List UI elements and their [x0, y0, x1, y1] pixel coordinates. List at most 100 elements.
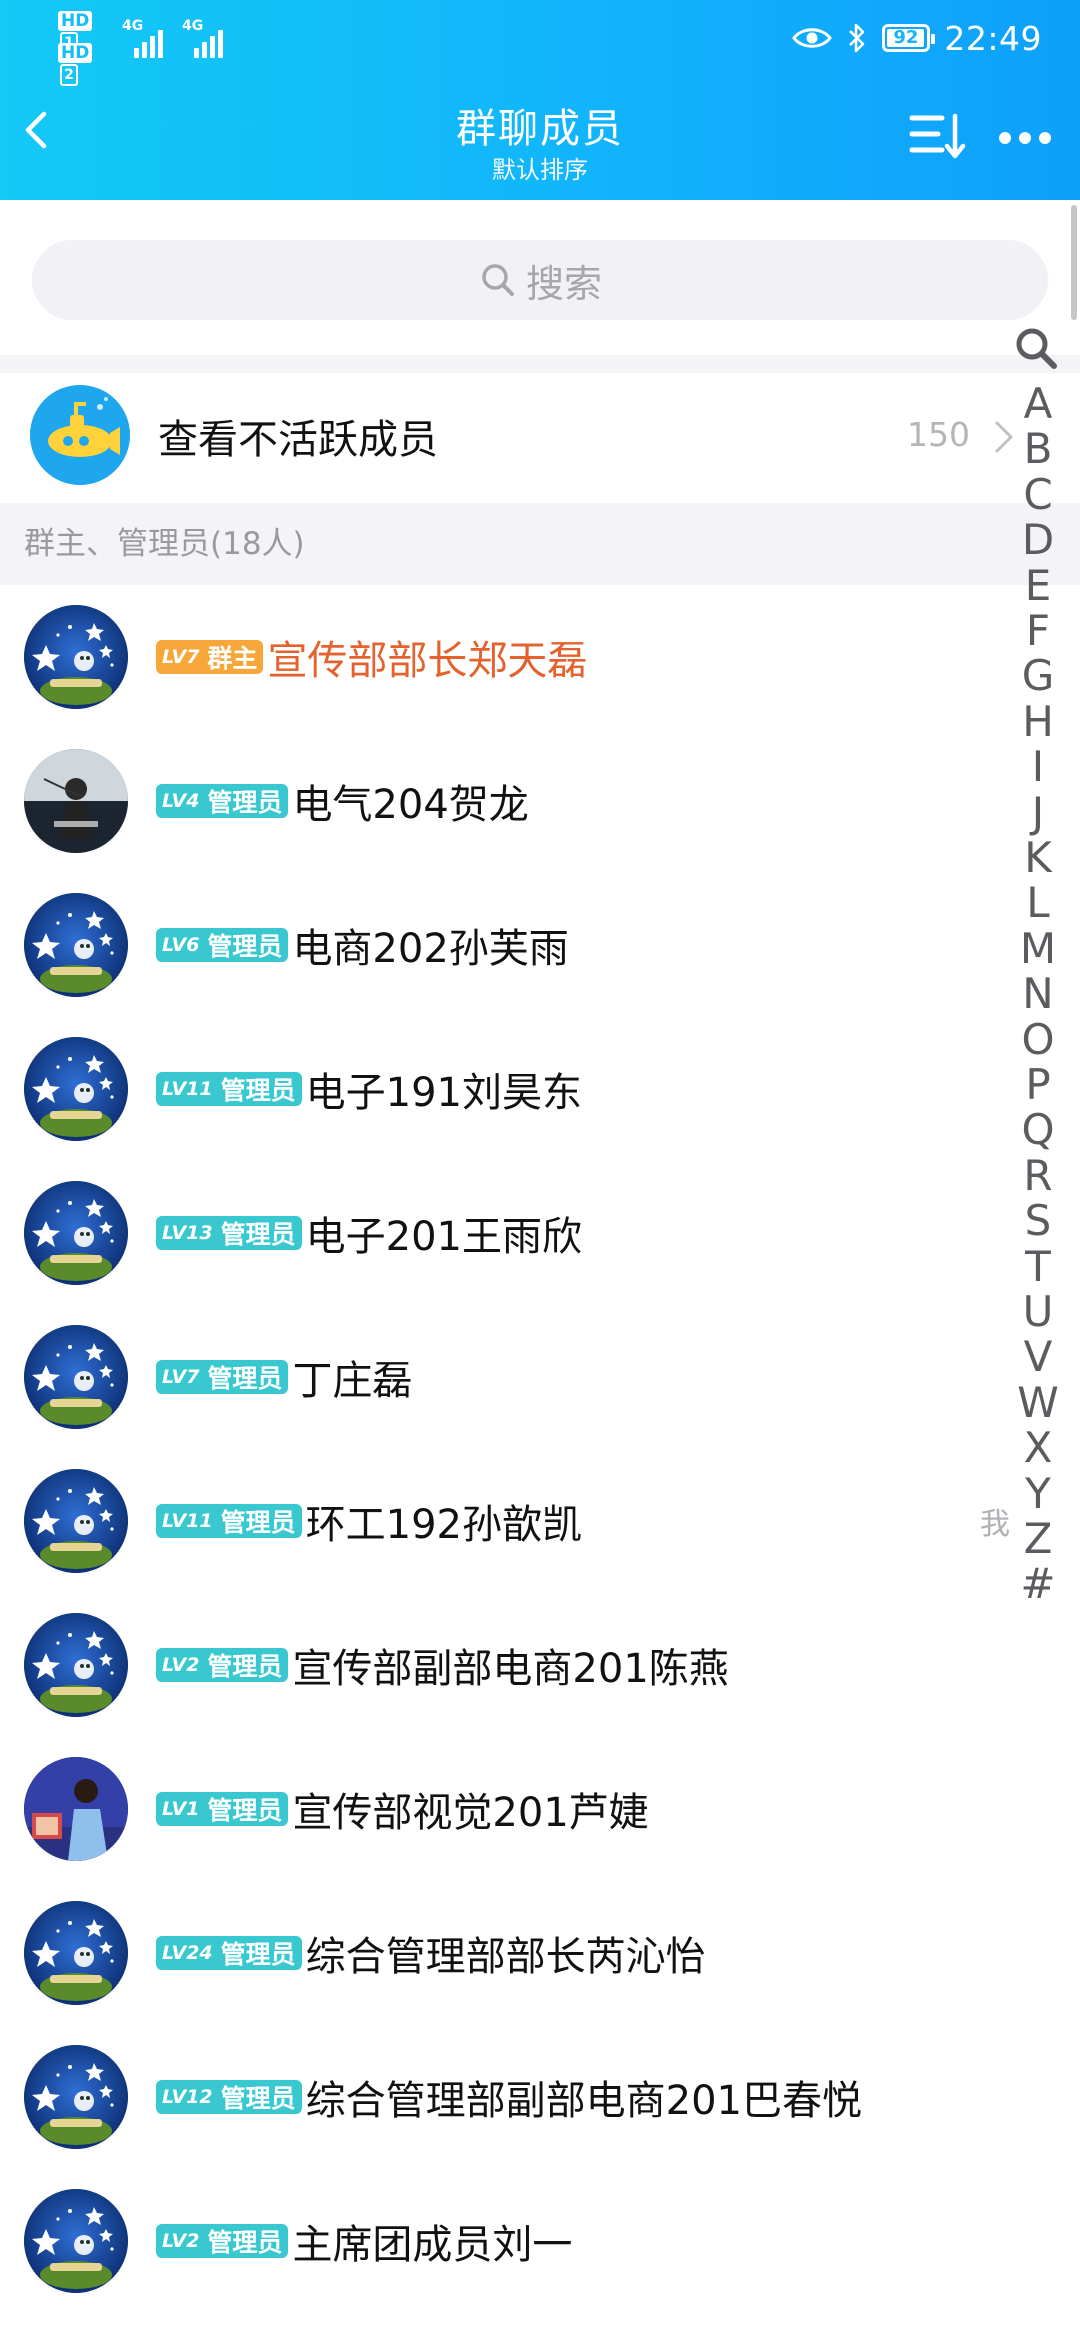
index-letter[interactable]: C — [1012, 470, 1064, 520]
index-letter[interactable]: Z — [1012, 1514, 1064, 1564]
index-letter[interactable]: E — [1012, 561, 1064, 611]
level-label: LV12 — [162, 2086, 213, 2108]
member-row[interactable]: LV7 管理员 丁庄磊 — [0, 1305, 1080, 1449]
role-label: 管理员 — [207, 932, 283, 961]
member-name: 主席团成员刘一 — [292, 2222, 573, 2268]
member-info: LV13 管理员 电子201王雨欣 — [156, 1205, 582, 1261]
index-letter[interactable]: U — [1012, 1287, 1064, 1337]
index-letter[interactable]: V — [1012, 1332, 1064, 1382]
avatar[interactable] — [24, 1613, 128, 1717]
level-label: LV13 — [162, 1222, 213, 1244]
member-row[interactable]: LV11 管理员 电子191刘昊东 — [0, 1017, 1080, 1161]
member-row[interactable]: LV13 管理员 电子201王雨欣 — [0, 1161, 1080, 1305]
scrollbar[interactable] — [1071, 205, 1077, 320]
role-label: 管理员 — [207, 1796, 283, 1825]
index-letter[interactable]: Y — [1012, 1469, 1064, 1519]
member-row[interactable]: LV2 管理员 主席团成员刘一 — [0, 2169, 1080, 2313]
member-info: LV24 管理员 综合管理部部长芮沁怡 — [156, 1925, 706, 1981]
member-name: 综合管理部副部电商201巴春悦 — [305, 2078, 863, 2124]
section-header-admins: 群主、管理员(18人) — [0, 503, 1080, 585]
index-letter[interactable]: R — [1012, 1151, 1064, 1201]
more-dots-icon — [999, 132, 1051, 144]
member-row[interactable]: LV7 群主 宣传部部长郑天磊 — [0, 585, 1080, 729]
admin-badge: LV11 管理员 — [156, 1072, 302, 1106]
level-label: LV2 — [162, 2230, 200, 2252]
hd2-indicator: HD2 — [58, 40, 110, 86]
more-button[interactable] — [996, 118, 1054, 158]
hd2-num: 2 — [60, 64, 78, 86]
avatar[interactable] — [24, 2189, 128, 2293]
index-letter[interactable]: N — [1012, 969, 1064, 1019]
index-letter[interactable]: F — [1012, 606, 1064, 656]
status-bar-left: HD1 HD2 4G 4G — [58, 8, 248, 86]
search-area: 搜索 — [0, 200, 1080, 355]
index-letter[interactable]: X — [1012, 1423, 1064, 1473]
index-letter[interactable]: B — [1012, 424, 1064, 474]
avatar[interactable] — [24, 1181, 128, 1285]
role-label: 管理员 — [220, 1076, 296, 1105]
member-info: LV4 管理员 电气204贺龙 — [156, 773, 529, 829]
member-row[interactable]: LV12 管理员 综合管理部副部电商201巴春悦 — [0, 2025, 1080, 2169]
hd2-label: HD — [58, 43, 93, 63]
admin-badge: LV7 管理员 — [156, 1360, 289, 1394]
level-label: LV6 — [162, 934, 200, 956]
member-name: 电气204贺龙 — [292, 782, 529, 828]
avatar[interactable] — [24, 1757, 128, 1861]
member-row[interactable]: LV1 管理员 宣传部视觉201芦婕 — [0, 1737, 1080, 1881]
avatar[interactable] — [24, 2045, 128, 2149]
admin-badge: LV2 管理员 — [156, 2224, 289, 2258]
member-row[interactable]: LV11 管理员 环工192孙歆凯 我 — [0, 1449, 1080, 1593]
member-row[interactable]: LV2 管理员 宣传部副部电商201陈燕 — [0, 1593, 1080, 1737]
search-icon — [482, 264, 514, 296]
avatar[interactable] — [24, 893, 128, 997]
index-letter[interactable]: S — [1012, 1196, 1064, 1246]
index-letter[interactable]: O — [1012, 1015, 1064, 1065]
index-letter[interactable]: J — [1012, 788, 1064, 838]
status-bar-right: 92 22:49 — [778, 12, 1042, 64]
index-search-button[interactable] — [1012, 322, 1062, 374]
index-letter[interactable]: W — [1012, 1378, 1064, 1428]
level-label: LV11 — [162, 1078, 213, 1100]
index-letter[interactable]: G — [1012, 651, 1064, 701]
member-info: LV2 管理员 宣传部副部电商201陈燕 — [156, 1637, 729, 1693]
member-row[interactable]: LV4 管理员 电气204贺龙 — [0, 729, 1080, 873]
avatar[interactable] — [24, 605, 128, 709]
level-label: LV2 — [162, 1654, 200, 1676]
avatar[interactable] — [24, 1325, 128, 1429]
inactive-members-count: 150 — [907, 415, 970, 454]
level-label: LV7 — [162, 646, 200, 668]
inactive-members-row[interactable]: 查看不活跃成员 150 — [0, 373, 1080, 503]
avatar[interactable] — [24, 1469, 128, 1573]
level-label: LV1 — [162, 1798, 200, 1820]
member-info: LV12 管理员 综合管理部副部电商201巴春悦 — [156, 2069, 862, 2125]
member-name: 综合管理部部长芮沁怡 — [305, 1934, 706, 1980]
member-name: 电子191刘昊东 — [305, 1070, 583, 1116]
index-letter[interactable]: D — [1012, 515, 1064, 565]
divider — [0, 355, 1080, 373]
index-letter[interactable]: H — [1012, 697, 1064, 747]
admin-badge: LV6 管理员 — [156, 928, 289, 962]
member-info: LV6 管理员 电商202孙芙雨 — [156, 917, 569, 973]
avatar[interactable] — [24, 1901, 128, 2005]
search-input[interactable]: 搜索 — [32, 240, 1048, 320]
role-label: 管理员 — [220, 1940, 296, 1969]
role-label: 管理员 — [220, 2084, 296, 2113]
index-letter[interactable]: A — [1012, 379, 1064, 429]
member-row[interactable]: LV6 管理员 电商202孙芙雨 — [0, 873, 1080, 1017]
index-letter[interactable]: # — [1012, 1559, 1064, 1609]
index-letter[interactable]: I — [1012, 742, 1064, 792]
index-letter[interactable]: K — [1012, 833, 1064, 883]
avatar[interactable] — [24, 749, 128, 853]
search-placeholder: 搜索 — [525, 261, 602, 306]
index-letter[interactable]: Q — [1012, 1105, 1064, 1155]
index-letter[interactable]: P — [1012, 1060, 1064, 1110]
index-letter[interactable]: L — [1012, 878, 1064, 928]
sort-button[interactable] — [908, 108, 968, 164]
member-list: LV7 群主 宣传部部长郑天磊 LV4 管理员 电气204贺龙 LV6 管理员 电商202孙芙雨… — [0, 585, 1080, 2313]
member-info: LV11 管理员 电子191刘昊东 — [156, 1061, 582, 1117]
avatar[interactable] — [24, 1037, 128, 1141]
member-row[interactable]: LV24 管理员 综合管理部部长芮沁怡 — [0, 1881, 1080, 2025]
index-letter[interactable]: M — [1012, 924, 1064, 974]
index-letter[interactable]: T — [1012, 1242, 1064, 1292]
owner-badge: LV7 群主 — [156, 640, 264, 674]
